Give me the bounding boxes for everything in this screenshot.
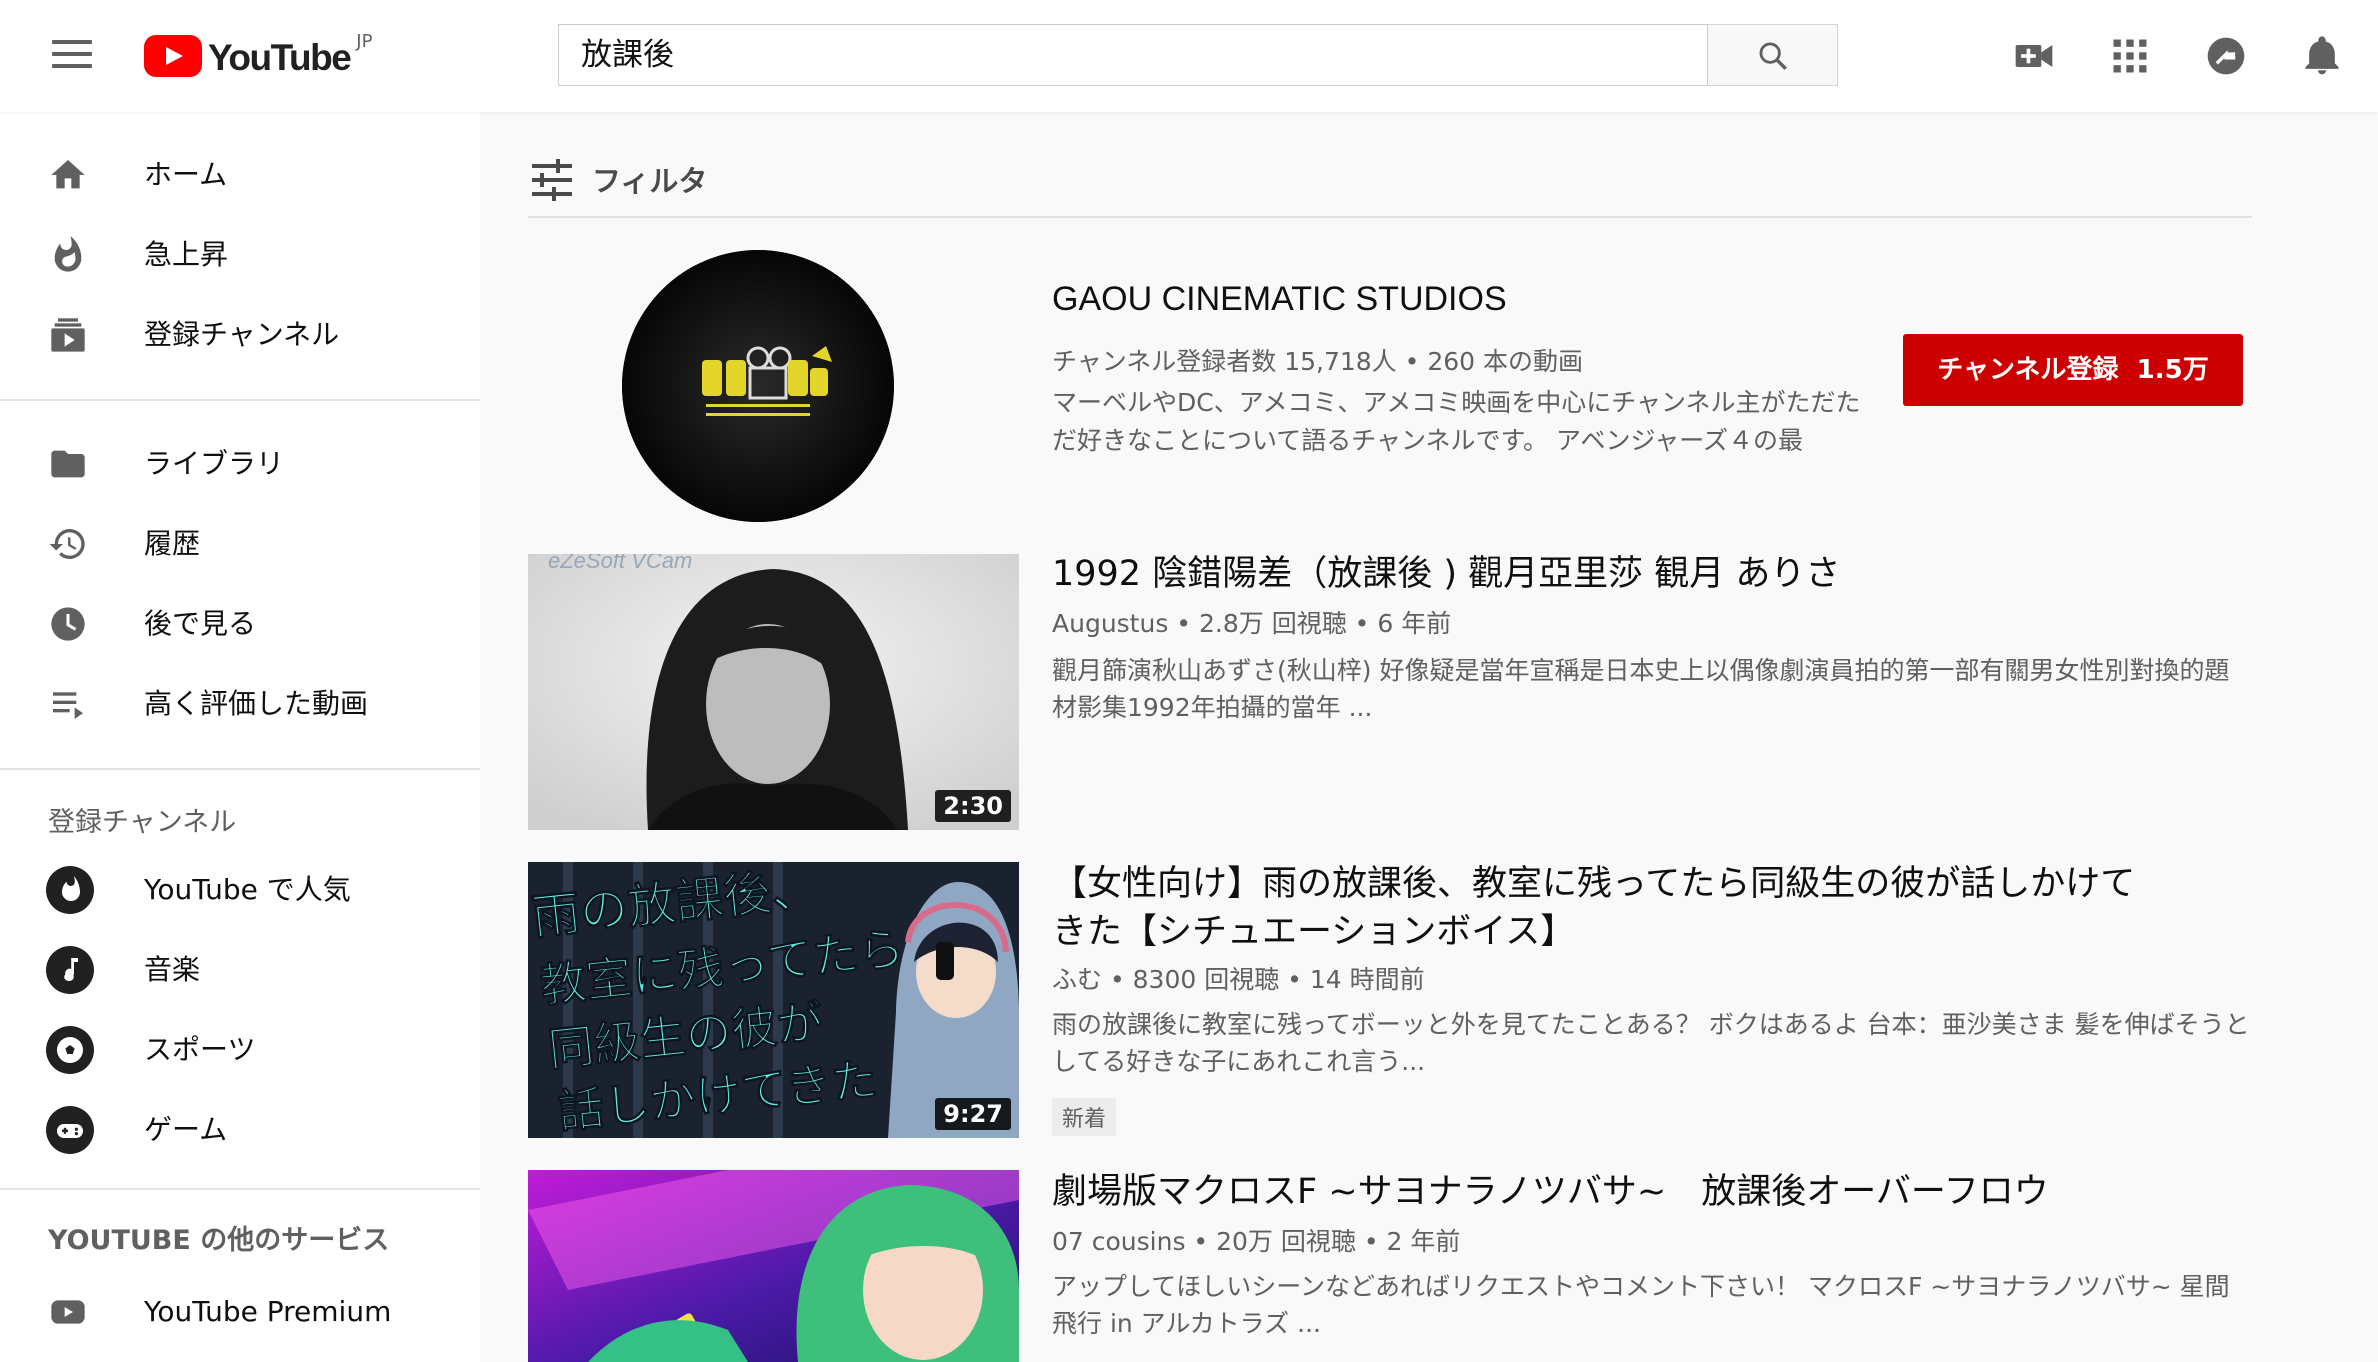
video-title[interactable]: 劇場版マクロスF ~サヨナラノツバサ~ 放課後オーバーフロウ [1052,1168,2182,1216]
filter-divider [528,216,2252,218]
sidebar-item-popular[interactable]: YouTube で人気 [0,850,480,930]
sidebar-item-music[interactable]: 音楽 [0,930,480,1010]
thumbnail-watermark: eZeSoft VCam [548,554,692,573]
menu-icon[interactable] [52,40,92,72]
sidebar-item-label: ゲーム [144,1113,228,1146]
sidebar-item-label: ライブラリ [144,447,285,480]
subscribe-label: チャンネル登録 [1937,355,2119,385]
channel-description: マーベルやDC、アメコミ、アメコミ映画を中心にチャンネル主がただただ好きなことに… [1052,388,1861,455]
video-thumbnail[interactable]: 雨の放課後、 教室に残ってたら 同級生の彼が 話しかけてきた 9:27 [528,862,1019,1138]
youtube-play-icon [144,35,202,77]
sidebar-item-liked-videos[interactable]: 高く評価した動画 [0,664,480,744]
sidebar-item-label: YouTube Premium [144,1295,392,1328]
sidebar-item-label: 音楽 [144,953,201,986]
subscribe-button[interactable]: チャンネル登録 1.5万 [1903,334,2243,406]
sidebar-item-label: 登録チャンネル [144,318,340,351]
sidebar-divider [0,768,480,770]
video-description: 雨の放課後に教室に残ってボーッと外を見てたことある？ ボクはあるよ 台本：亜沙美… [1052,1010,2250,1076]
music-icon [46,946,94,994]
search-input[interactable]: 放課後 [558,24,1708,86]
logo-text: YouTube [208,37,352,78]
sports-icon [46,1026,94,1074]
sidebar-item-label: 後で見る [144,607,257,640]
search-icon [1759,42,1787,70]
video-meta: Augustus • 2.8万 回視聴 • 6 年前 [1052,609,1452,638]
sidebar-item-library[interactable]: ライブラリ [0,424,480,504]
history-icon [49,529,85,559]
subscriber-count: 1.5万 [2136,355,2209,385]
home-icon [51,160,85,189]
sidebar-divider [0,399,480,401]
apps-icon[interactable] [2108,34,2152,78]
clock-icon [51,607,85,641]
sidebar-item-label: 高く評価した動画 [144,687,369,720]
sidebar-item-history[interactable]: 履歴 [0,504,480,584]
filter-icon[interactable] [528,150,576,210]
gaming-icon [46,1106,94,1154]
playlist-icon [53,692,83,719]
create-video-icon[interactable] [2012,34,2056,78]
video-title[interactable]: 1992 陰錯陽差（放課後 ) 觀月亞里莎 観月 ありさ [1052,550,2182,598]
sidebar-item-watch-later[interactable]: 後で見る [0,584,480,664]
youtube-logo[interactable]: YouTube JP [144,32,372,80]
thumbnail-image [528,1170,1019,1362]
subscriptions-icon [51,318,85,352]
section-title-subscriptions: 登録チャンネル [48,807,237,838]
video-title[interactable]: 【女性向け】雨の放課後、教室に残ってたら同級生の彼が話しかけてきた【シチュエーシ… [1052,860,2152,956]
thumbnail-image: eZeSoft VCam [528,554,1019,830]
new-badge: 新着 [1052,1098,1117,1136]
sidebar-item-gaming[interactable]: ゲーム [0,1090,480,1170]
sidebar-item-premium[interactable]: YouTube Premium [0,1272,480,1352]
thumbnail-image: 雨の放課後、 教室に残ってたら 同級生の彼が 話しかけてきた [528,862,1019,1138]
filter-button[interactable]: フィルタ [592,158,707,200]
popular-icon [46,866,94,914]
section-title-more-services: YOUTUBE の他のサービス [48,1225,390,1256]
channel-name[interactable]: GAOU CINEMATIC STUDIOS [1052,280,1507,319]
sidebar: ホーム 急上昇 登録チャンネル ライブラリ 履歴 後で見る 高く評価した動画 登… [0,112,480,1362]
video-duration: 2:30 [935,790,1011,822]
sidebar-divider [0,1188,480,1190]
sidebar-item-label: ホーム [144,158,228,191]
sidebar-item-subscriptions[interactable]: 登録チャンネル [0,295,480,375]
sidebar-item-sports[interactable]: スポーツ [0,1010,480,1090]
premium-icon [51,1300,85,1324]
video-meta: 07 cousins • 20万 回視聴 • 2 年前 [1052,1227,1461,1256]
video-duration: 9:27 [935,1098,1011,1130]
notifications-icon[interactable] [2300,34,2344,78]
folder-icon [51,450,85,478]
video-thumbnail[interactable]: eZeSoft VCam 2:30 [528,554,1019,830]
sidebar-item-trending[interactable]: 急上昇 [0,215,480,295]
logo-region: JP [356,31,373,52]
sidebar-item-label: 急上昇 [144,238,229,271]
video-meta: ふむ • 8300 回視聴 • 14 時間前 [1052,965,1425,994]
masthead: YouTube JP 放課後 [0,0,2378,112]
sidebar-item-home[interactable]: ホーム [0,135,480,215]
sidebar-item-label: YouTube で人気 [144,873,351,906]
video-thumbnail[interactable] [528,1170,1019,1362]
messages-icon[interactable] [2204,34,2248,78]
sidebar-item-label: スポーツ [144,1033,256,1066]
search-button[interactable] [1708,24,1838,86]
sidebar-item-label: 履歴 [144,527,201,560]
video-description: 觀月篩演秋山あずさ(秋山梓) 好像疑是當年宣稱是日本史上以偶像劇演員拍的第一部有… [1052,656,2230,722]
channel-meta: チャンネル登録者数 15,718人 • 260 本の動画 [1052,347,1583,376]
fire-icon [54,236,82,272]
channel-logo-image [622,250,894,522]
video-description: アップしてほしいシーンなどあればリクエストやコメント下さい！ マクロスF ~サヨ… [1052,1272,2230,1338]
channel-avatar[interactable] [622,250,894,522]
